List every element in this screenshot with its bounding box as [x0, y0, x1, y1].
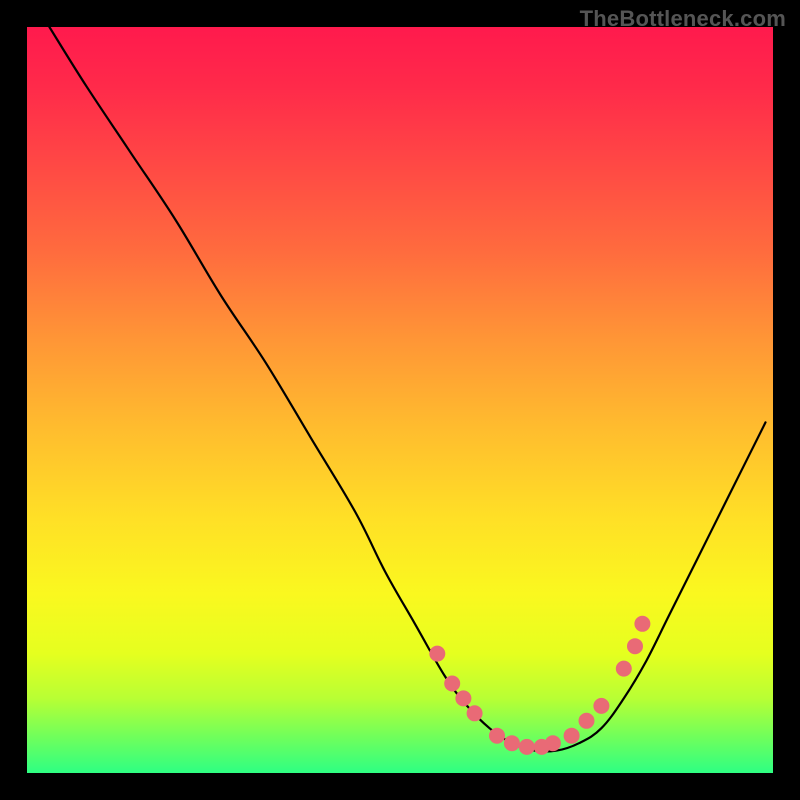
highlight-dot	[594, 698, 609, 713]
highlight-dot	[430, 646, 445, 661]
highlight-dot	[616, 661, 631, 676]
highlight-dot	[445, 676, 460, 691]
highlight-dot	[519, 739, 534, 754]
chart-plot-area	[27, 27, 773, 773]
highlight-dot	[467, 706, 482, 721]
watermark-text: TheBottleneck.com	[580, 6, 786, 32]
chart-svg	[27, 27, 773, 773]
bottleneck-curve	[49, 27, 765, 752]
highlight-dot	[579, 713, 594, 728]
highlight-dot	[504, 736, 519, 751]
highlight-dot	[628, 639, 643, 654]
highlight-dot	[635, 616, 650, 631]
highlight-dots-group	[430, 616, 650, 754]
highlight-dot	[456, 691, 471, 706]
highlight-dot	[490, 728, 505, 743]
highlight-dot	[564, 728, 579, 743]
highlight-dot	[545, 736, 560, 751]
